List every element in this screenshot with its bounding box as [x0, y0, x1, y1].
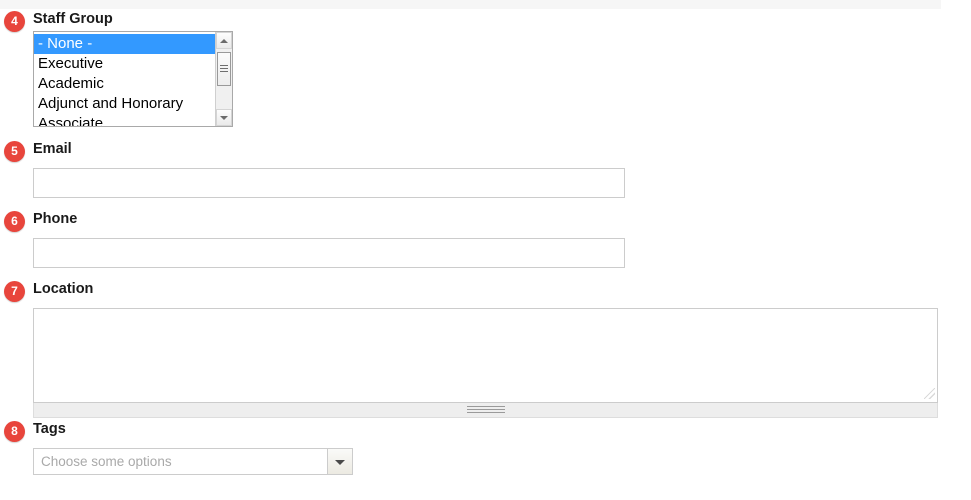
label-location: Location: [33, 281, 94, 297]
label-staff-group: Staff Group: [33, 11, 113, 27]
email-input[interactable]: [33, 168, 625, 198]
step-badge-4: 4: [4, 11, 25, 32]
label-tags: Tags: [33, 421, 66, 437]
field-email: 5 Email: [0, 139, 971, 209]
field-tags: 8 Tags Choose some options: [0, 419, 971, 479]
scroll-up-icon[interactable]: [216, 32, 232, 49]
step-badge-5: 5: [4, 141, 25, 162]
listbox-option[interactable]: Academic: [34, 74, 215, 94]
tags-dropdown-button[interactable]: [327, 449, 352, 474]
step-badge-8: 8: [4, 421, 25, 442]
listbox-option[interactable]: - None -: [34, 34, 215, 54]
location-editor: [33, 308, 938, 403]
staff-group-option-list[interactable]: - None - Executive Academic Adjunct and …: [34, 32, 215, 126]
field-staff-group: 4 Staff Group - None - Executive Academi…: [0, 9, 971, 139]
label-phone: Phone: [33, 211, 78, 227]
chevron-down-icon: [335, 459, 345, 465]
scrollbar-grip-icon: [220, 65, 228, 74]
listbox-option[interactable]: Associate: [34, 114, 215, 126]
listbox-scrollbar[interactable]: [215, 32, 232, 126]
field-location: 7 Location: [0, 279, 971, 419]
step-badge-7: 7: [4, 281, 25, 302]
step-badge-6: 6: [4, 211, 25, 232]
grabber-lines-icon: [466, 406, 505, 415]
location-textarea[interactable]: [33, 308, 938, 403]
staff-details-form: 4 Staff Group - None - Executive Academi…: [0, 9, 971, 479]
scroll-down-icon[interactable]: [216, 109, 232, 126]
listbox-option[interactable]: Adjunct and Honorary: [34, 94, 215, 114]
top-page-strip: [0, 0, 941, 9]
tags-placeholder: Choose some options: [41, 454, 172, 469]
staff-group-listbox[interactable]: - None - Executive Academic Adjunct and …: [33, 31, 233, 127]
textarea-grabber-handle[interactable]: [33, 403, 938, 418]
scrollbar-thumb[interactable]: [217, 52, 231, 86]
tags-chosen-select[interactable]: Choose some options: [33, 448, 353, 475]
phone-input[interactable]: [33, 238, 625, 268]
label-email: Email: [33, 141, 72, 157]
field-phone: 6 Phone: [0, 209, 971, 279]
listbox-option[interactable]: Executive: [34, 54, 215, 74]
